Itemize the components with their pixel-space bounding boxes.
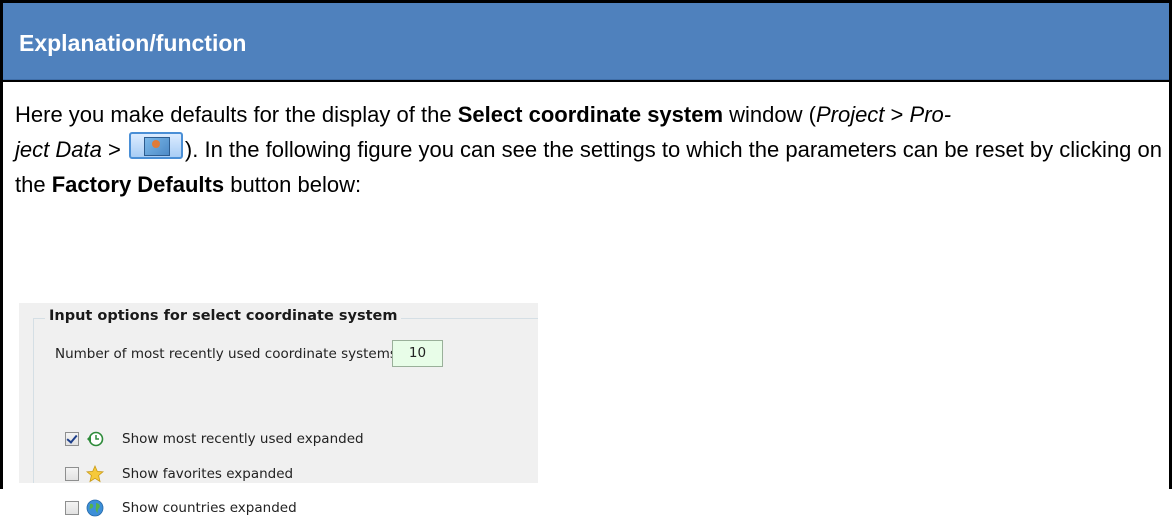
section-header: Explanation/function (3, 3, 1169, 80)
recent-count-input[interactable]: 10 (392, 340, 443, 367)
option-label: Show most recently used expanded (122, 431, 364, 447)
text: button below: (224, 172, 362, 197)
recent-clock-icon (87, 431, 104, 447)
menu-path: ject Data (15, 137, 102, 162)
option-label: Show countries expanded (122, 500, 297, 516)
text: Here you make defaults for the display o… (15, 102, 458, 127)
menu-path: Project (815, 102, 885, 127)
text: > (101, 137, 127, 162)
text: window ( (723, 102, 816, 127)
groupbox-border (33, 318, 34, 483)
favorites-checkbox[interactable] (65, 467, 79, 481)
section-title: Explanation/function (19, 30, 247, 56)
menu-path: Pro- (909, 102, 952, 127)
text: > (884, 102, 910, 127)
bold-term: Factory Defaults (51, 172, 225, 197)
groupbox-title: Input options for select coordinate syst… (45, 308, 402, 324)
bold-term: Select coordinate system (457, 102, 724, 127)
explanation-paragraph: Here you make defaults for the display o… (15, 97, 1165, 202)
countries-checkbox[interactable] (65, 501, 79, 515)
recent-count-label: Number of most recently used coordinate … (55, 346, 402, 362)
settings-screenshot: Input options for select coordinate syst… (19, 303, 538, 517)
option-label: Show favorites expanded (122, 466, 294, 482)
recent-checkbox[interactable] (65, 432, 79, 446)
star-icon (86, 465, 104, 483)
header-divider (3, 80, 1169, 82)
project-data-map-icon (128, 132, 183, 159)
globe-icon (86, 499, 104, 517)
